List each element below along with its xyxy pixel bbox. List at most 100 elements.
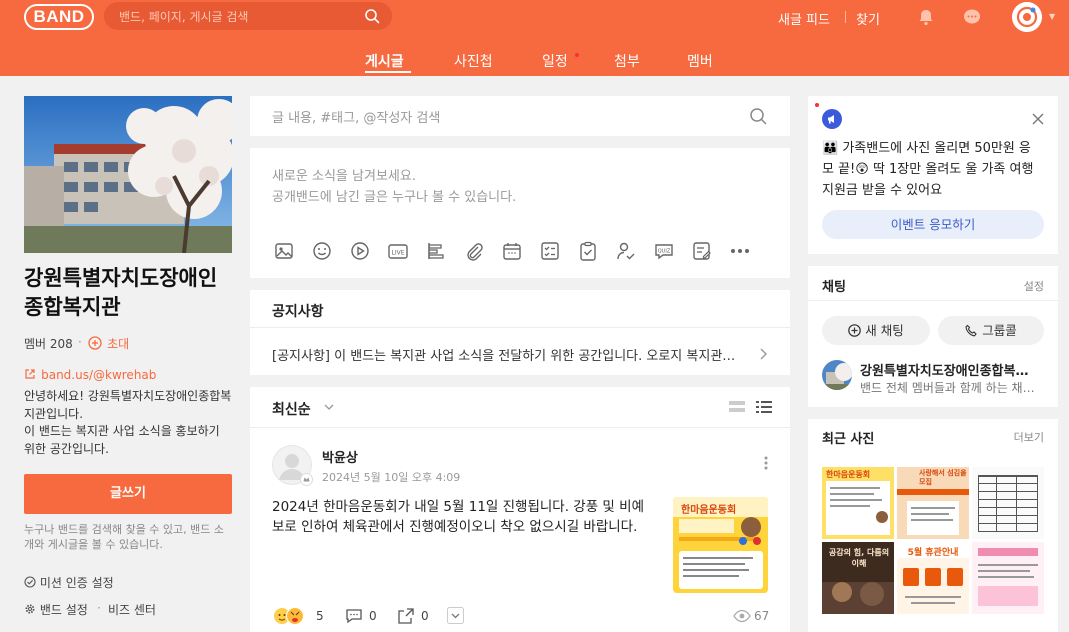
expand-down-icon[interactable] — [447, 607, 464, 624]
recent-photo[interactable]: 공감의 힘, 다름의 이해 — [822, 542, 894, 614]
event-apply-button[interactable]: 이벤트 응모하기 — [822, 210, 1044, 239]
schedule-badge — [575, 53, 579, 57]
reaction-count[interactable]: 5 — [316, 609, 324, 623]
chevron-down-icon[interactable]: ▼ — [1049, 12, 1055, 21]
band-profile — [24, 96, 241, 257]
attach-icon[interactable] — [463, 240, 485, 262]
new-chat-button[interactable]: 새 채팅 — [822, 316, 930, 345]
image-icon[interactable] — [273, 240, 295, 262]
top-bar: BAND 밴드, 페이지, 게시글 검색 새글 피드 찾기 ▼ — [0, 0, 1069, 43]
quiz-icon[interactable]: QUIZ — [653, 240, 675, 262]
band-description: 안녕하세요! 강원특별자치도장애인종합복지관입니다. 이 밴드는 복지관 사업 … — [24, 389, 232, 456]
sticker-icon[interactable] — [311, 240, 333, 262]
recent-photos-card: 최근 사진 더보기 한마음운동회 사랑해서 섬김을 모집 공감의 힘, 다름의 … — [808, 419, 1058, 632]
band-logo[interactable]: BAND — [24, 4, 94, 30]
post-author[interactable]: 박윤상 — [322, 447, 358, 466]
more-icon[interactable] — [729, 240, 751, 262]
notice-title: 공지사항 — [272, 304, 324, 320]
list-view-icon[interactable] — [755, 399, 773, 415]
band-settings-link[interactable]: 밴드 설정 — [24, 601, 88, 618]
megaphone-icon — [822, 109, 842, 129]
band-url: band.us/@kwrehab — [41, 368, 157, 382]
search-icon[interactable] — [364, 8, 380, 24]
meta-separator: · — [78, 335, 82, 349]
admin-badge-icon — [300, 473, 313, 486]
search-icon[interactable] — [749, 107, 767, 125]
post-item[interactable]: 박윤상 2024년 5월 10일 오후 4:09 2024년 한마음운동회가 내… — [250, 435, 790, 632]
chevron-down-icon[interactable] — [323, 402, 335, 412]
find-link[interactable]: 찾기 — [856, 9, 880, 28]
recent-photos-more-link[interactable]: 더보기 — [1014, 429, 1044, 445]
global-search-input[interactable]: 밴드, 페이지, 게시글 검색 — [104, 2, 392, 30]
recent-photos-title: 최근 사진 — [822, 432, 875, 447]
reaction-emoji-icon[interactable] — [272, 606, 306, 626]
notice-divider — [250, 327, 790, 328]
comment-icon[interactable] — [345, 607, 363, 625]
member-count[interactable]: 멤버 208 — [24, 335, 73, 352]
bar-chart-icon[interactable] — [425, 240, 447, 262]
post-body: 2024년 한마음운동회가 내일 5월 11일 진행됩니다. 강풍 및 비예보로… — [272, 499, 644, 535]
chat-room-name: 강원특별자치도장애인종합복지관 — [860, 364, 1038, 379]
calendar-icon[interactable] — [501, 240, 523, 262]
gear-icon — [25, 604, 35, 614]
new-chat-label: 새 채팅 — [865, 323, 904, 338]
chat-room-description: 밴드 전체 멤버들과 함께 하는 채팅방 — [860, 381, 1038, 395]
biz-center-link[interactable]: 비즈 센터 — [108, 601, 156, 618]
sort-dropdown[interactable]: 최신순 — [272, 399, 311, 419]
bell-icon[interactable] — [916, 7, 936, 27]
tab-schedule[interactable]: 일정 — [542, 51, 568, 71]
band-tabs: 게시글 사진첩 일정 첨부 멤버 — [0, 43, 1069, 76]
recent-photo[interactable]: 사랑해서 섬김을 모집 — [897, 467, 969, 539]
chat-settings-link[interactable]: 설정 — [1024, 278, 1044, 294]
band-settings-label: 밴드 설정 — [39, 603, 88, 617]
live-icon[interactable]: LIVE — [387, 240, 409, 262]
external-link-icon — [25, 369, 35, 379]
video-icon[interactable] — [349, 240, 371, 262]
group-call-button[interactable]: 그룹콜 — [938, 316, 1044, 345]
chat-bubble-icon[interactable] — [962, 7, 982, 27]
check-circle-icon — [24, 576, 36, 588]
mission-settings-label: 미션 인증 설정 — [39, 576, 114, 590]
notice-item[interactable]: [공지사항] 이 밴드는 복지관 사업 소식을 전달하기 위한 공간입니다. 오… — [272, 345, 742, 364]
chat-card: 채팅 설정 새 채팅 그룹콜 강원특별자치도장애인종합복지관 밴드 전체 멤버들… — [808, 266, 1058, 407]
compose-placeholder-line-1: 새로운 소식을 남겨보세요. — [272, 169, 416, 184]
clipboard-icon[interactable] — [577, 240, 599, 262]
tab-posts[interactable]: 게시글 — [365, 51, 404, 71]
svg-text:LIVE: LIVE — [391, 250, 404, 257]
post-thumbnail[interactable]: 한마음운동회 — [673, 497, 768, 593]
recent-photo[interactable] — [972, 467, 1044, 539]
mission-settings-link[interactable]: 미션 인증 설정 — [24, 574, 114, 591]
new-feed-link[interactable]: 새글 피드 — [778, 9, 830, 28]
photo-graphic — [972, 467, 1044, 539]
tab-members[interactable]: 멤버 — [687, 51, 713, 71]
write-post-button[interactable]: 글쓰기 — [24, 474, 232, 514]
recent-photo[interactable] — [972, 542, 1044, 614]
ad-text: 👪 가족밴드에 사진 올리면 50만원 응모 끝!😲 딱 1장만 올려도 울 가… — [822, 141, 1034, 198]
chevron-right-icon[interactable] — [758, 347, 768, 361]
view-count: 67 — [754, 609, 770, 623]
invite-button[interactable]: 초대 — [88, 333, 129, 352]
comment-count[interactable]: 0 — [369, 609, 377, 623]
band-cover-image[interactable] — [24, 96, 241, 254]
plus-circle-icon — [848, 324, 862, 337]
recent-photo[interactable]: 5월 휴관안내 — [897, 542, 969, 614]
person-check-icon[interactable] — [615, 240, 637, 262]
share-icon[interactable] — [397, 607, 415, 625]
tab-attachments[interactable]: 첨부 — [614, 51, 640, 71]
post-search-bar[interactable]: 글 내용, #태그, @작성자 검색 — [250, 96, 790, 136]
checklist-icon[interactable] — [539, 240, 561, 262]
profile-avatar[interactable] — [1012, 2, 1042, 32]
more-vertical-icon[interactable] — [763, 455, 769, 471]
form-icon[interactable] — [691, 240, 713, 262]
compose-box[interactable]: 새로운 소식을 남겨보세요. 공개밴드에 남긴 글은 누구나 볼 수 있습니다.… — [250, 148, 790, 278]
card-view-icon[interactable] — [728, 399, 746, 415]
band-visibility-help: 누구나 밴드를 검색해 찾을 수 있고, 밴드 소개와 게시글을 볼 수 있습니… — [24, 523, 225, 551]
tab-photos[interactable]: 사진첩 — [454, 51, 493, 71]
post-date: 2024년 5월 10일 오후 4:09 — [322, 471, 461, 484]
band-url-link[interactable]: band.us/@kwrehab — [24, 364, 156, 383]
close-icon[interactable] — [1032, 113, 1044, 125]
group-call-label: 그룹콜 — [982, 323, 1017, 338]
recent-photo[interactable]: 한마음운동회 — [822, 467, 894, 539]
feed-card: 최신순 박윤상 2024년 5월 10일 오후 4:09 2024년 한마음운동… — [250, 387, 790, 632]
share-count[interactable]: 0 — [421, 609, 429, 623]
